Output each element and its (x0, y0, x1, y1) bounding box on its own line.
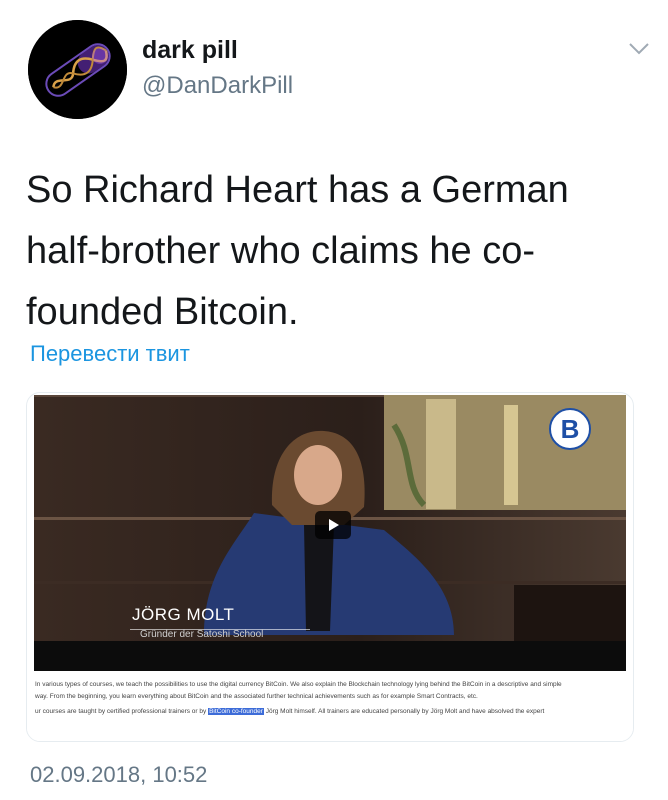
svg-text:B: B (561, 414, 580, 444)
translate-tweet-link[interactable]: Перевести твит (30, 341, 190, 367)
avatar[interactable] (28, 20, 127, 119)
video-subtitle-caption: Gründer der Satoshi School (140, 629, 264, 640)
caption-line: way. From the beginning, you learn every… (35, 693, 478, 700)
caption-line: ur courses are taught by certified profe… (35, 708, 544, 715)
display-name[interactable]: dark pill (142, 36, 238, 65)
page-caption-text: In various types of courses, we teach th… (27, 675, 633, 741)
caption-text: ur courses are taught by certified profe… (35, 708, 207, 715)
caption-line: In various types of courses, we teach th… (35, 681, 562, 688)
video-name-caption: JÖRG MOLT (132, 605, 235, 624)
tweet-timestamp[interactable]: 02.09.2018, 10:52 (30, 762, 207, 788)
user-handle[interactable]: @DanDarkPill (142, 72, 293, 100)
tweet-text: So Richard Heart has a German half-broth… (26, 169, 569, 333)
chevron-down-icon[interactable] (622, 36, 656, 62)
caption-text: Jörg Molt himself. All trainers are educ… (265, 708, 545, 715)
tweet-media[interactable]: JÖRG MOLT Gründer der Satoshi School B I… (26, 392, 634, 742)
dna-capsule-icon (28, 20, 127, 119)
play-icon[interactable] (315, 511, 351, 539)
bitcoin-logo-icon: B (548, 407, 592, 451)
video-thumbnail[interactable]: JÖRG MOLT Gründer der Satoshi School B (34, 395, 626, 671)
caption-highlight: BitCoin co-founder (208, 708, 264, 715)
